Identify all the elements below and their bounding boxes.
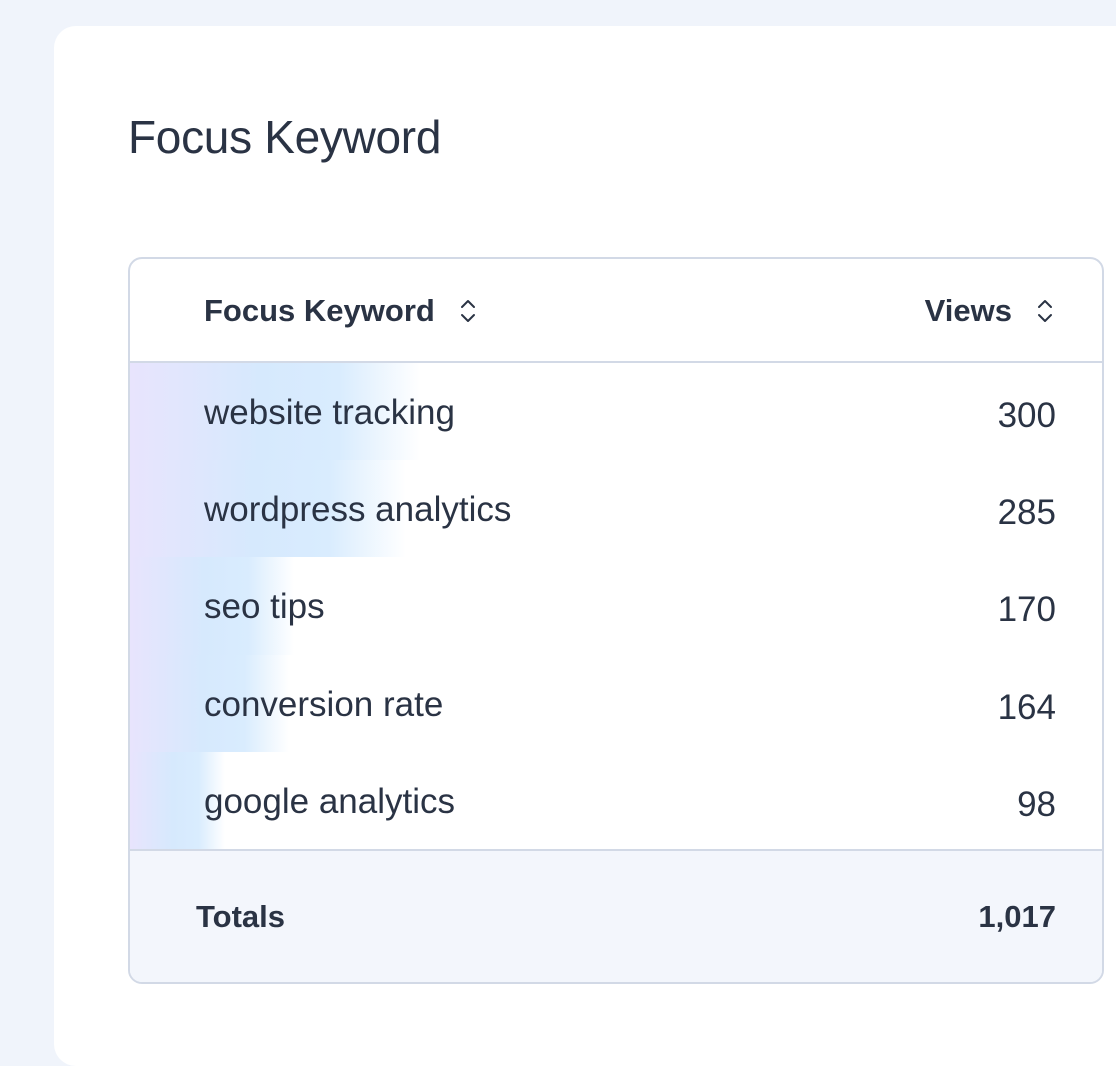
column-header-focus-keyword[interactable]: Focus Keyword	[204, 293, 477, 329]
keyword-cell: website tracking	[204, 393, 455, 432]
keyword-cell: wordpress analytics	[204, 490, 512, 530]
keyword-cell: seo tips	[204, 587, 325, 627]
table-row: seo tips 170	[130, 557, 1102, 655]
totals-label: Totals	[196, 899, 285, 934]
sort-up-down-icon[interactable]	[1036, 298, 1054, 324]
column-header-views[interactable]: Views	[925, 293, 1054, 329]
table-body: website tracking 300 wordpress analytics…	[130, 363, 1102, 849]
table-row: google analytics 98	[130, 751, 1102, 849]
column-header-label: Views	[924, 293, 1012, 328]
sort-up-down-icon[interactable]	[459, 298, 477, 324]
column-header-label: Focus Keyword	[204, 293, 435, 328]
views-cell: 285	[997, 493, 1056, 533]
table-header: Focus Keyword Views	[130, 259, 1102, 363]
views-cell: 98	[1017, 784, 1056, 824]
keyword-cell: google analytics	[204, 781, 455, 821]
keyword-cell: conversion rate	[204, 684, 444, 724]
totals-value: 1,017	[978, 899, 1056, 934]
table-row: conversion rate 164	[130, 654, 1102, 752]
views-cell: 164	[997, 687, 1056, 727]
table-row: website tracking 300	[130, 363, 1102, 461]
views-cell: 300	[997, 396, 1056, 435]
table-footer-totals: Totals 1,017	[130, 849, 1102, 982]
views-cell: 170	[997, 590, 1056, 630]
table-row: wordpress analytics 285	[130, 460, 1102, 558]
keyword-table: Focus Keyword Views website tracking 300	[128, 257, 1104, 984]
card-title: Focus Keyword	[128, 111, 442, 163]
focus-keyword-card: Focus Keyword Focus Keyword Views websit…	[54, 26, 1116, 1066]
